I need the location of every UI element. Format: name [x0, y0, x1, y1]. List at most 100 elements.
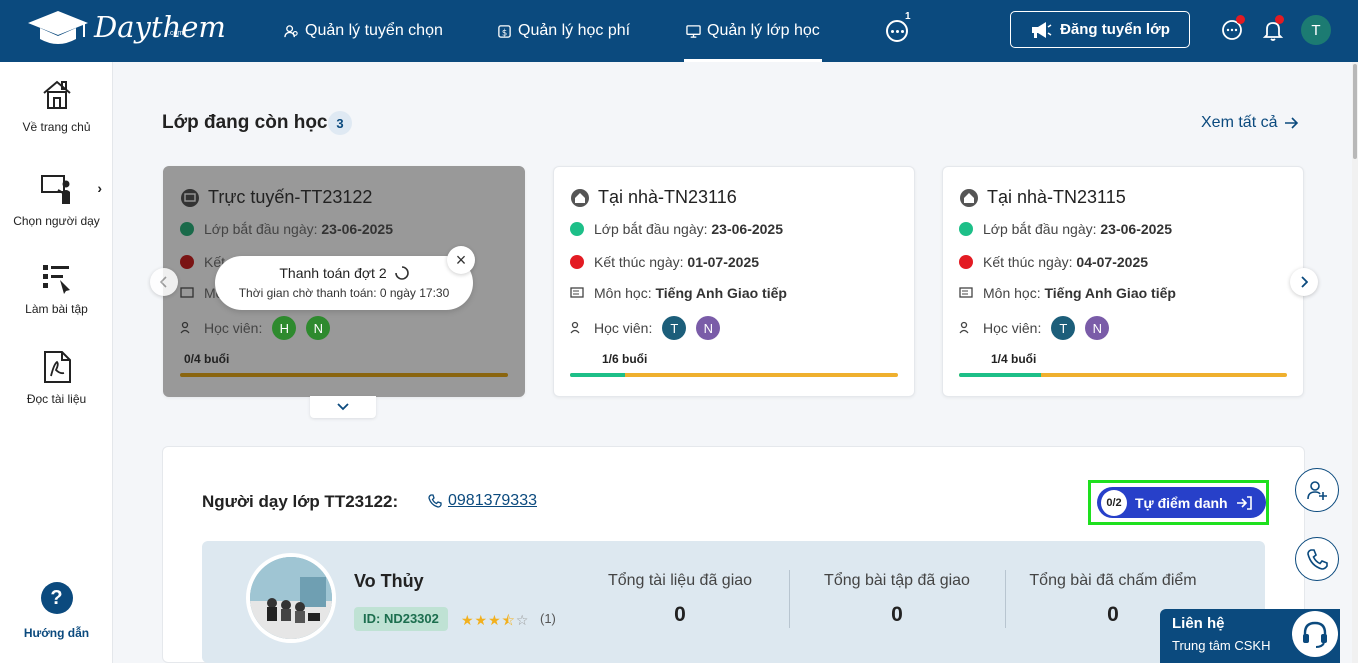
- class-title-text: Trực tuyến-TT23122: [208, 187, 373, 207]
- see-all-link[interactable]: Xem tất cả: [1201, 114, 1299, 132]
- students-icon: [570, 321, 580, 334]
- close-icon[interactable]: ×: [447, 246, 475, 274]
- daythem-logo[interactable]: Daythem: [26, 9, 226, 49]
- rating-count: (1): [540, 611, 556, 626]
- payment-popup[interactable]: Thanh toán đợt 2 Thời gian chờ thanh toá…: [215, 256, 473, 310]
- sidebar-item-documents[interactable]: Đọc tài liệu: [0, 350, 113, 406]
- section-title: Lớp đang còn học: [162, 112, 328, 133]
- end-date: 01-07-2025: [687, 254, 760, 270]
- class-card-title: Trực tuyến-TT23122: [180, 187, 372, 208]
- top-navbar: Daythem .com Quản lý tuyển chọn $ Quản l…: [0, 0, 1358, 62]
- page-scrollbar[interactable]: [1352, 62, 1358, 663]
- class-title-text: Tại nhà-TN23115: [987, 187, 1126, 207]
- stat-label: Tổng bài tập đã giao: [824, 572, 970, 589]
- sidebar-item-exercise[interactable]: Làm bài tập: [0, 260, 113, 316]
- class-end-row: Kết thúc ngày: 01-07-2025: [570, 254, 759, 270]
- self-attendance-button[interactable]: 0/2 Tự điểm danh: [1097, 487, 1266, 518]
- brand-suffix: .com: [168, 30, 184, 37]
- see-all-label: Xem tất cả: [1201, 114, 1278, 131]
- more-menu-icon[interactable]: [886, 20, 908, 42]
- class-students-row: Học viên: H N: [180, 316, 331, 340]
- chevron-right-icon: [1301, 276, 1308, 288]
- chat-unread-dot: [1236, 15, 1245, 24]
- graduation-cap-icon: [28, 11, 88, 44]
- student-avatar[interactable]: N: [1085, 316, 1110, 340]
- teacher-name: Vo Thủy: [354, 571, 424, 591]
- sessions-progress: [959, 373, 1287, 377]
- subject-label: Môn học:: [594, 285, 652, 301]
- end-date: 04-07-2025: [1076, 254, 1149, 270]
- teacher-avatar[interactable]: [246, 553, 336, 643]
- chevron-right-icon[interactable]: ›: [97, 180, 102, 196]
- end-dot-icon: [959, 255, 973, 269]
- user-avatar[interactable]: T: [1301, 15, 1331, 45]
- class-start-row: Lớp bắt đầu ngày: 23-06-2025: [180, 221, 393, 237]
- class-card[interactable]: Tại nhà-TN23116 Lớp bắt đầu ngày: 23-06-…: [553, 166, 915, 397]
- stat-value: 0: [674, 603, 686, 626]
- sessions-progress: [570, 373, 898, 377]
- nav-classes[interactable]: Quản lý lớp học: [684, 0, 822, 62]
- expand-card-button[interactable]: [310, 396, 376, 418]
- class-start-row: Lớp bắt đầu ngày: 23-06-2025: [570, 221, 783, 237]
- sidebar-item-choose-teacher[interactable]: Chọn người dạy: [0, 172, 113, 228]
- student-avatar[interactable]: T: [1051, 316, 1076, 340]
- stat-documents: Tổng tài liệu đã giao 0: [575, 572, 785, 627]
- home-class-icon: [960, 188, 978, 207]
- start-label: Lớp bắt đầu ngày:: [594, 221, 708, 237]
- student-avatar[interactable]: N: [696, 316, 721, 340]
- progress-fill: [959, 373, 1041, 377]
- contact-title: Liên hệ: [1172, 615, 1225, 632]
- online-class-icon: [181, 188, 199, 207]
- class-title-text: Tại nhà-TN23116: [598, 187, 737, 207]
- loading-spinner-icon: [394, 266, 409, 280]
- sessions-progress: [180, 373, 508, 377]
- nav-label: Quản lý học phí: [518, 22, 631, 39]
- sessions-count: 1/6 buổi: [602, 352, 648, 366]
- class-count-badge: 3: [328, 111, 352, 135]
- svg-text:$: $: [502, 27, 507, 37]
- nav-label: Quản lý lớp học: [707, 22, 820, 39]
- sidebar-item-home[interactable]: Về trang chủ: [0, 78, 113, 134]
- start-date: 23-06-2025: [321, 221, 394, 237]
- fee-icon: $: [498, 24, 511, 38]
- subject-value: Tiếng Anh Giao tiếp: [1044, 285, 1176, 301]
- student-avatar[interactable]: N: [306, 316, 331, 340]
- post-class-button[interactable]: Đăng tuyển lớp: [1010, 11, 1190, 48]
- class-card-title: Tại nhà-TN23115: [959, 187, 1126, 208]
- teacher-heading: Người dạy lớp TT23122:: [202, 492, 399, 511]
- popup-subtitle: Thời gian chờ thanh toán: 0 ngày 17:30: [238, 286, 450, 300]
- carousel-next-button[interactable]: [1290, 268, 1318, 296]
- carousel-prev-button[interactable]: [150, 268, 178, 296]
- phone-icon: [1307, 549, 1328, 570]
- stat-divider: [789, 570, 790, 628]
- nav-tuition[interactable]: $ Quản lý học phí: [497, 0, 630, 62]
- class-card[interactable]: Tại nhà-TN23115 Lớp bắt đầu ngày: 23-06-…: [942, 166, 1304, 397]
- student-avatar[interactable]: T: [662, 316, 687, 340]
- class-students-row: Học viên: T N: [959, 316, 1110, 340]
- arrow-right-icon: [1285, 117, 1299, 129]
- teacher-board-icon: [40, 175, 70, 204]
- end-dot-icon: [570, 255, 584, 269]
- post-class-label: Đăng tuyển lớp: [1060, 21, 1170, 38]
- stat-label: Tổng bài đã chấm điểm: [1029, 572, 1197, 589]
- student-avatar[interactable]: H: [272, 316, 297, 340]
- phone-icon: [428, 494, 442, 508]
- add-user-button[interactable]: [1295, 468, 1339, 512]
- students-label: Học viên:: [594, 320, 653, 336]
- class-subject-row: Môn học: Tiếng Anh Giao tiếp: [570, 285, 787, 301]
- contact-support-widget[interactable]: Liên hệ Trung tâm CSKH: [1160, 609, 1340, 663]
- exercise-icon: [42, 265, 70, 294]
- sidebar-item-label: Chọn người dạy: [13, 214, 100, 228]
- start-date: 23-06-2025: [711, 221, 784, 237]
- end-label: Kết thúc ngày:: [983, 254, 1073, 270]
- call-button[interactable]: [1295, 537, 1339, 581]
- students-icon: [180, 321, 190, 334]
- megaphone-icon: [1032, 21, 1052, 38]
- teacher-phone-link[interactable]: 0981379333: [428, 492, 537, 510]
- nav-label: Quản lý tuyển chọn: [305, 22, 443, 39]
- students-icon: [959, 321, 969, 334]
- scrollbar-thumb[interactable]: [1353, 64, 1357, 159]
- pdf-icon: [43, 351, 71, 383]
- nav-recruitment[interactable]: Quản lý tuyển chọn: [284, 0, 443, 62]
- help-link[interactable]: ? Hướng dẫn: [0, 582, 113, 642]
